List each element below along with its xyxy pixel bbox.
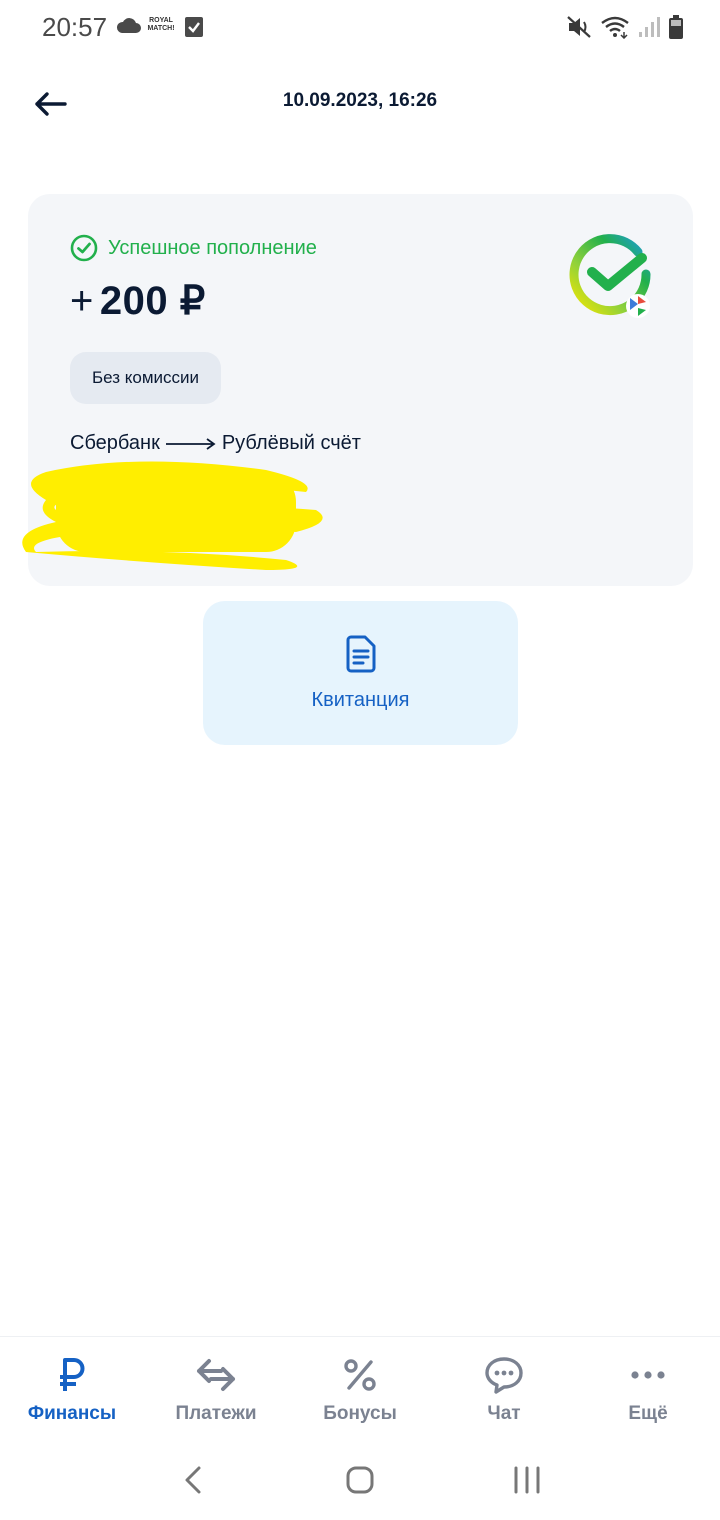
ruble-icon <box>60 1358 85 1391</box>
amount-sign: + <box>70 279 94 323</box>
redaction-mark <box>22 461 323 570</box>
chevron-left-icon <box>185 1466 201 1494</box>
nav-item-chat[interactable]: Чат <box>432 1337 576 1436</box>
battery-icon <box>669 15 683 39</box>
receipt-button[interactable]: Квитанция <box>203 601 518 745</box>
amount: +200 ₽ <box>70 278 206 324</box>
receipt-label: Квитанция <box>311 688 410 711</box>
amount-value: 200 ₽ <box>99 279 206 323</box>
transaction-card: Успешное пополнение +200 ₽ Без комиссии … <box>22 194 693 586</box>
transfer-icon <box>197 1359 235 1391</box>
nav-label: Ещё <box>628 1403 668 1424</box>
system-back-button[interactable] <box>163 1450 223 1510</box>
royal-match-icon: ROYAL MATCH! <box>147 17 175 32</box>
system-nav-bar <box>0 1440 720 1520</box>
recents-icon <box>514 1466 540 1494</box>
fee-badge: Без комиссии <box>70 352 222 404</box>
status-time: 20:57 <box>42 12 108 42</box>
nav-item-finance[interactable]: Финансы <box>0 1337 144 1436</box>
percent-icon <box>344 1359 376 1391</box>
sber-logo <box>569 234 651 318</box>
nav-item-payments[interactable]: Платежи <box>144 1337 288 1436</box>
chat-icon <box>485 1357 523 1394</box>
signal-icon <box>639 17 660 37</box>
cloud-icon <box>116 18 141 33</box>
status-icons <box>566 14 684 40</box>
document-icon <box>346 635 375 672</box>
nav-item-more[interactable]: Ещё <box>576 1337 720 1436</box>
nav-label: Финансы <box>27 1403 117 1424</box>
system-recents-button[interactable] <box>497 1450 557 1510</box>
status-text: Успешное пополнение <box>108 236 317 259</box>
nav-item-bonuses[interactable]: Бонусы <box>288 1337 432 1436</box>
bottom-nav: Финансы Платежи Бонусы Чат Ещё <box>0 1336 720 1436</box>
status-row: Успешное пополнение <box>70 234 317 262</box>
mute-icon <box>567 16 591 38</box>
system-home-button[interactable] <box>330 1450 390 1510</box>
long-arrow-right-icon <box>165 437 216 450</box>
nav-label: Чат <box>487 1403 521 1424</box>
page-title: 10.09.2023, 16:26 <box>282 90 438 111</box>
check-circle-icon <box>70 234 98 262</box>
nav-label: Платежи <box>175 1403 257 1424</box>
status-bar: 20:57 ROYAL MATCH! <box>0 0 720 56</box>
home-icon <box>346 1466 374 1494</box>
wifi-icon <box>601 16 629 39</box>
checkbox-icon <box>185 17 203 37</box>
nav-label: Бонусы <box>323 1403 397 1424</box>
more-icon <box>631 1371 665 1379</box>
